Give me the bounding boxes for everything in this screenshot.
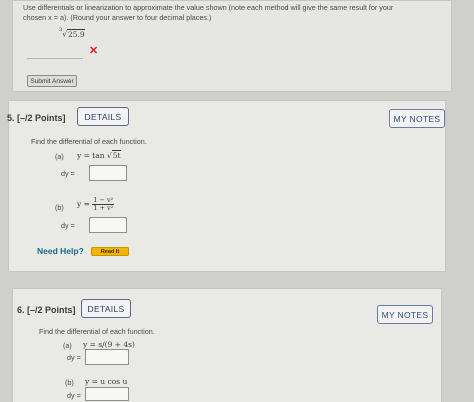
- part-b-denominator: 1 + v²: [93, 204, 114, 212]
- question-5-title: 5. [–/2 Points]: [7, 113, 66, 123]
- incorrect-icon: ✕: [89, 45, 99, 57]
- part-b-fraction: 1 − v² 1 + v²: [92, 197, 115, 212]
- submit-answer-button[interactable]: Submit Answer: [27, 75, 77, 87]
- need-help-label: Need Help?: [37, 246, 84, 256]
- my-notes-button[interactable]: MY NOTES: [389, 109, 445, 128]
- my-notes-button[interactable]: MY NOTES: [377, 305, 433, 324]
- instruction-line-2: chosen x = a). (Round your answer to fou…: [23, 13, 212, 22]
- instruction-line-1: Use differentials or linearization to ap…: [23, 3, 394, 12]
- dy-label-a: dy =: [61, 169, 75, 178]
- read-it-button[interactable]: Read It: [91, 247, 129, 256]
- part-b-function: y = 1 − v² 1 + v²: [77, 197, 115, 212]
- dy-input-b[interactable]: [89, 217, 127, 233]
- part-a-function: y = s/(9 + 4s): [83, 340, 135, 349]
- dy-input-a[interactable]: [85, 349, 129, 365]
- radical-index: 3: [59, 27, 63, 33]
- dy-input-b[interactable]: [85, 387, 129, 401]
- dy-label-b: dy =: [67, 391, 81, 400]
- dy-label-b: dy =: [61, 221, 75, 230]
- previous-question-panel: Use differentials or linearization to ap…: [12, 0, 452, 92]
- answer-input[interactable]: [27, 45, 83, 59]
- part-b-label: (b): [55, 203, 64, 212]
- details-button[interactable]: DETAILS: [81, 299, 131, 318]
- part-a-label: (a): [55, 152, 64, 161]
- question-5-panel: 5. [–/2 Points] DETAILS MY NOTES Find th…: [7, 100, 446, 272]
- part-b-label: (b): [65, 378, 74, 387]
- question-6-panel: 6. [–/2 Points] DETAILS MY NOTES Find th…: [12, 288, 442, 402]
- part-a-radicand: 5t: [111, 150, 121, 160]
- radicand: 25.9: [66, 28, 85, 39]
- question-prompt: Find the differential of each function.: [39, 327, 155, 336]
- part-b-function: y = u cos u: [85, 377, 128, 386]
- part-a-label: (a): [63, 341, 72, 350]
- question-6-title: 6. [–/2 Points]: [17, 305, 76, 315]
- question-prompt: Find the differential of each function.: [31, 137, 147, 146]
- dy-label-a: dy =: [67, 353, 81, 362]
- part-b-lhs: y =: [77, 199, 90, 209]
- dy-input-a[interactable]: [89, 165, 127, 181]
- part-a-lhs: y = tan: [77, 151, 105, 160]
- part-a-function: y = tan √5t: [77, 150, 121, 160]
- cube-root-expression: 3√25.9: [59, 27, 85, 39]
- details-button[interactable]: DETAILS: [77, 107, 129, 126]
